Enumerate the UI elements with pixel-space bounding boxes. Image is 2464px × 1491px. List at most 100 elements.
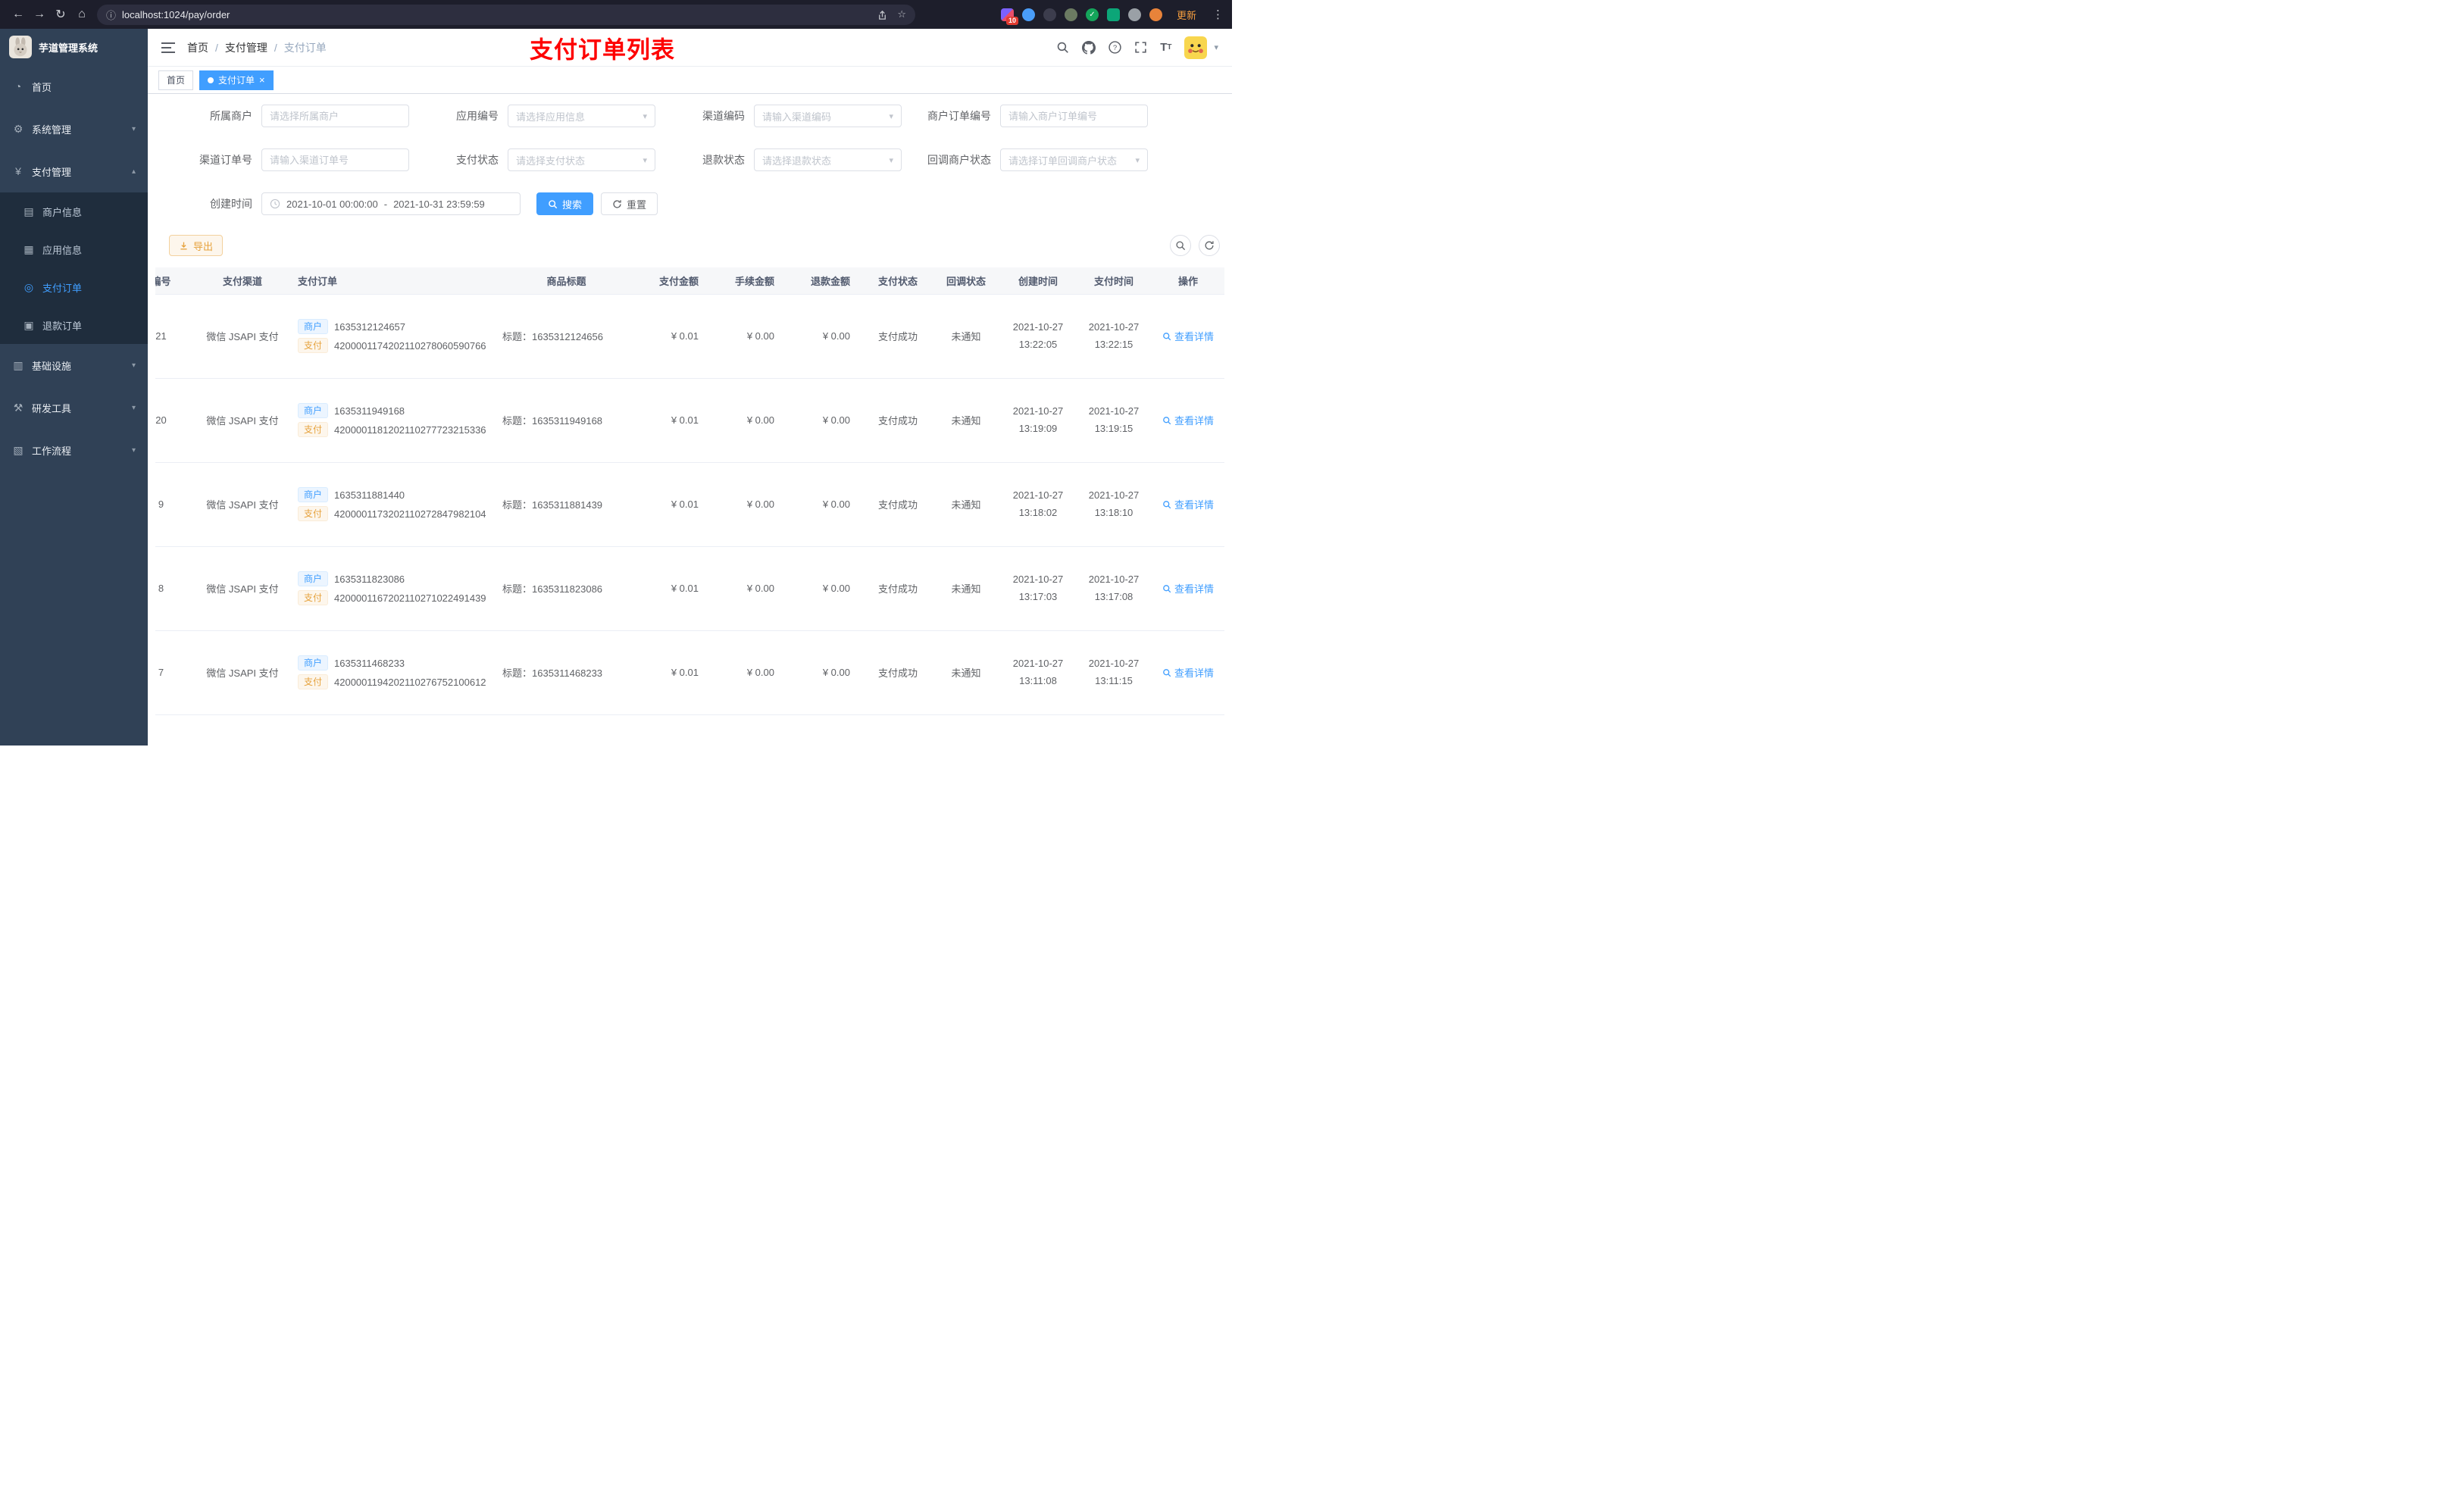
pay-tag: 支付: [298, 338, 329, 353]
font-size-icon[interactable]: TT: [1160, 41, 1171, 54]
channel-order-no-input[interactable]: [261, 148, 409, 171]
order-table[interactable]: 编号 支付渠道 支付订单 商品标题 支付金额 手续金额 退款金额 支付状态 回调…: [155, 267, 1224, 746]
refund-status-label: 退款状态: [702, 154, 745, 166]
browser-menu-icon[interactable]: ⋮: [1212, 8, 1224, 21]
help-icon[interactable]: ?: [1108, 41, 1121, 54]
col-title: 商品标题: [496, 267, 636, 295]
refresh-icon[interactable]: [1199, 235, 1220, 256]
sidebar-item-merchant-info[interactable]: ▤ 商户信息: [0, 192, 148, 230]
channel-order-no-label: 渠道订单号: [199, 154, 252, 166]
pay-tag: 支付: [298, 422, 329, 437]
fullscreen-icon[interactable]: [1134, 41, 1147, 54]
goods-title: 标题：1635311949168: [496, 378, 636, 463]
close-icon[interactable]: ×: [259, 75, 265, 85]
goods-title: 标题：1635311881439: [496, 462, 636, 547]
create-time-range-picker[interactable]: 2021-10-01 00:00:00 - 2021-10-31 23:59:5…: [261, 192, 521, 215]
sidebar-item-app-info[interactable]: ▦ 应用信息: [0, 230, 148, 268]
extension-icon[interactable]: 10: [1000, 8, 1018, 25]
breadcrumb-payment[interactable]: 支付管理: [225, 40, 267, 55]
clock-icon: [270, 198, 280, 209]
col-paid: 支付时间: [1076, 267, 1152, 295]
pay-amount: ¥ 0.01: [636, 294, 712, 379]
browser-back-button[interactable]: ←: [8, 4, 29, 25]
app-no-select[interactable]: 请选择应用信息: [508, 105, 655, 127]
merchant-input[interactable]: [261, 105, 409, 127]
extension-check-icon[interactable]: ✓: [1085, 8, 1099, 21]
view-detail-link[interactable]: 查看详情: [1162, 329, 1214, 343]
sidebar-item-refund-order[interactable]: ▣ 退款订单: [0, 306, 148, 344]
search-button[interactable]: 搜索: [536, 192, 594, 215]
share-icon[interactable]: [877, 9, 888, 20]
pay-order-no: 4200001173202110272847982104: [334, 508, 486, 520]
col-pay-order: 支付订单: [292, 267, 496, 295]
refund-amount: ¥ 0.00: [788, 378, 864, 463]
goods-title: 标题：1635312124656: [496, 294, 636, 379]
created-time-cell: 2021-10-27 13:19:09: [1000, 378, 1076, 463]
pay-status-select[interactable]: 请选择支付状态: [508, 148, 655, 171]
chevron-down-icon: [132, 446, 136, 455]
toggle-search-icon[interactable]: [1170, 235, 1191, 256]
col-created: 创建时间: [1000, 267, 1076, 295]
merchant-order-no: 1635312124657: [334, 320, 406, 333]
avatar-caret-icon[interactable]: ▾: [1214, 42, 1218, 52]
merchant-order-no-input[interactable]: [1000, 105, 1148, 127]
site-info-icon[interactable]: ⓘ: [106, 8, 116, 22]
pay-amount: ¥ 0.01: [636, 378, 712, 463]
browser-refresh-button[interactable]: ↻: [50, 4, 71, 25]
reset-button[interactable]: 重置: [601, 192, 658, 215]
profile-avatar-icon[interactable]: [1149, 8, 1162, 21]
sidebar-item-dev-tools[interactable]: ⚒ 研发工具: [0, 386, 148, 429]
browser-update-button[interactable]: 更新: [1171, 5, 1202, 24]
browser-forward-button[interactable]: →: [29, 4, 50, 25]
sidebar-item-infrastructure[interactable]: ▥ 基础设施: [0, 344, 148, 386]
pay-order-cell: 商户 1635311468233 支付 42000011942021102767…: [292, 630, 496, 715]
fee-amount: ¥ 0.00: [712, 378, 788, 463]
fee-amount: ¥ 0.00: [712, 462, 788, 547]
merchant-tag: 商户: [298, 487, 329, 502]
paid-time-cell: 2021-10-27 13:17:08: [1076, 546, 1152, 631]
pay-order-cell: 商户 1635311823086 支付 42000011672021102710…: [292, 546, 496, 631]
order-id: 9: [155, 462, 193, 547]
channel-code-select[interactable]: 请输入渠道编码: [754, 105, 902, 127]
sidebar-item-workflow[interactable]: ▧ 工作流程: [0, 429, 148, 471]
sidebar-item-system[interactable]: ⚙ 系统管理: [0, 108, 148, 150]
github-icon[interactable]: [1082, 40, 1096, 55]
callback-status: 未通知: [932, 630, 1000, 715]
view-detail-link[interactable]: 查看详情: [1162, 665, 1214, 680]
address-bar[interactable]: ⓘ localhost:1024/pay/order ☆: [97, 4, 915, 25]
avatar[interactable]: [1184, 36, 1208, 59]
merchant-order-no: 1635311881440: [334, 489, 405, 501]
create-time-label: 创建时间: [210, 198, 252, 210]
extension-icon[interactable]: [1021, 8, 1035, 21]
pay-channel: 微信 JSAPI 支付: [193, 546, 292, 631]
refund-amount: ¥ 0.00: [788, 546, 864, 631]
breadcrumb-home[interactable]: 首页: [187, 40, 208, 55]
pay-order-no: 4200001174202110278060590766: [334, 339, 486, 352]
table-row-partial: 商户 1635311157106: [155, 714, 1224, 746]
sidebar-item-pay-order[interactable]: ◎ 支付订单: [0, 268, 148, 306]
extension-chat-icon[interactable]: [1106, 8, 1120, 21]
view-detail-link[interactable]: 查看详情: [1162, 413, 1214, 427]
refund-status-select[interactable]: 请选择退款状态: [754, 148, 902, 171]
app-logo[interactable]: 芋道管理系统: [0, 29, 148, 65]
extension-icon[interactable]: [1064, 8, 1077, 21]
created-time-cell: 2021-10-27 13:22:05: [1000, 294, 1076, 379]
extension-icon[interactable]: [1043, 8, 1056, 21]
url-text: localhost:1024/pay/order: [122, 8, 230, 20]
tab-home[interactable]: 首页: [158, 70, 194, 90]
export-button[interactable]: 导出: [169, 235, 224, 256]
sidebar-item-home[interactable]: ◔ 首页: [0, 65, 148, 108]
order-table-body: 21 微信 JSAPI 支付 商户 1635312124657 支付 42000…: [155, 294, 1224, 746]
chevron-down-icon: [643, 111, 647, 121]
bookmark-star-icon[interactable]: ☆: [897, 8, 906, 20]
callback-status-select[interactable]: 请选择订单回调商户状态: [1000, 148, 1148, 171]
view-detail-link[interactable]: 查看详情: [1162, 581, 1214, 595]
table-row: 7 微信 JSAPI 支付 商户 1635311468233 支付 420000…: [155, 630, 1224, 715]
view-detail-link[interactable]: 查看详情: [1162, 497, 1214, 511]
search-icon[interactable]: [1056, 41, 1069, 54]
browser-home-button[interactable]: ⌂: [71, 4, 92, 25]
tab-pay-order[interactable]: 支付订单 ×: [199, 70, 274, 90]
hamburger-icon[interactable]: [161, 42, 175, 54]
sidebar-item-payment[interactable]: ¥ 支付管理: [0, 150, 148, 192]
pin-icon[interactable]: [1127, 8, 1141, 21]
